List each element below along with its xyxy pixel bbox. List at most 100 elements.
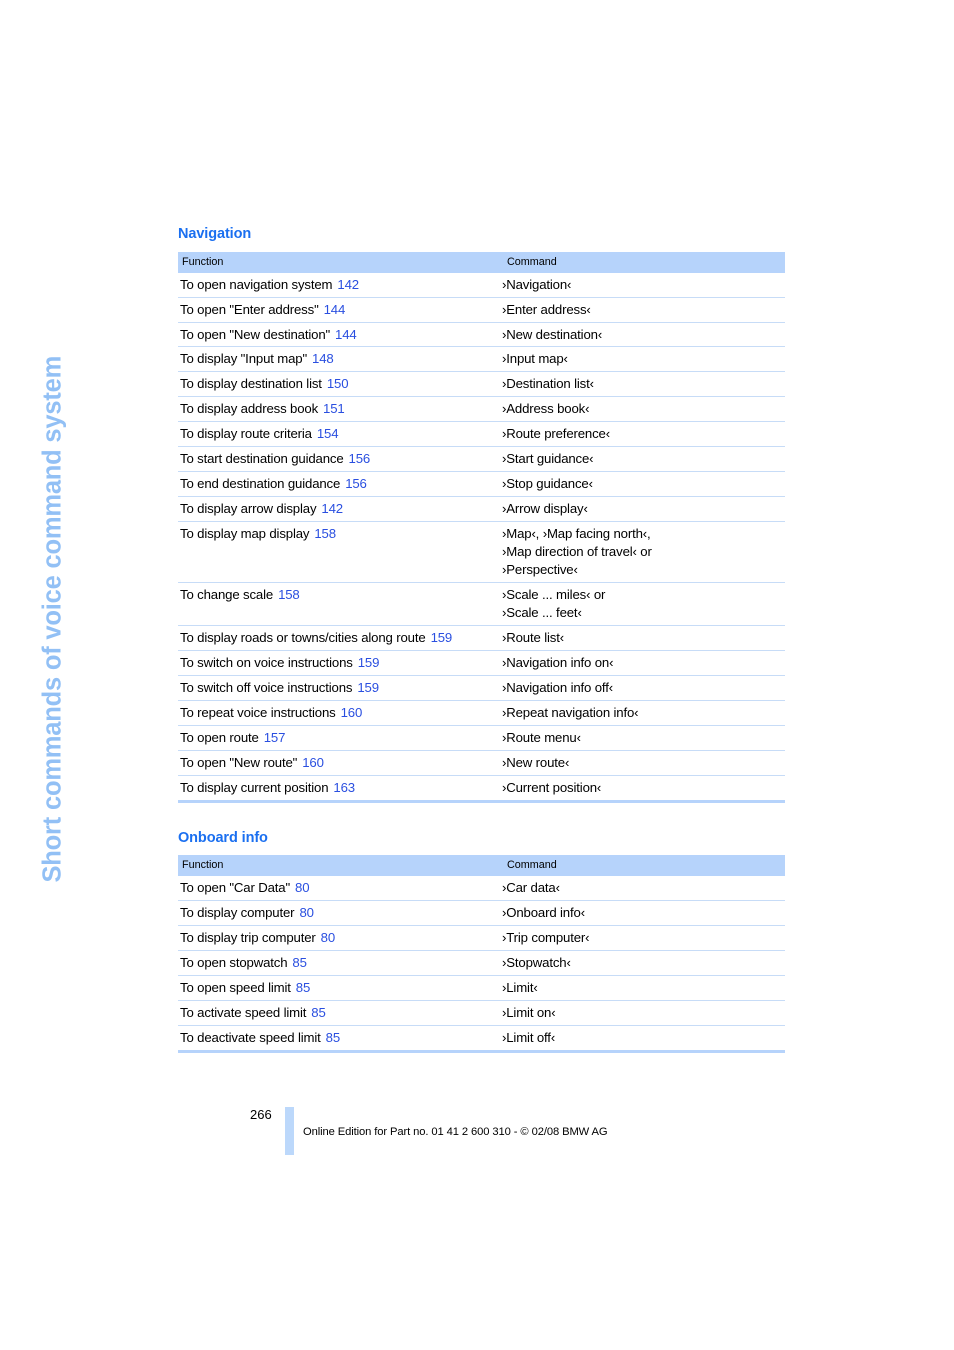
cell-command: ›Current position‹	[502, 779, 602, 795]
cell-function: To open "New route" 160	[178, 750, 490, 776]
page-reference[interactable]: 160	[302, 755, 324, 770]
cell-command: ›Destination list‹	[490, 371, 785, 398]
page-reference[interactable]: 159	[431, 630, 453, 645]
page-reference[interactable]: 163	[333, 780, 355, 795]
cell-function: To deactivate speed limit 85	[178, 1025, 490, 1049]
column-header-function: Function	[178, 251, 490, 273]
footer-accent-bar	[285, 1107, 294, 1155]
cell-command: ›Navigation info off‹	[490, 675, 785, 701]
function-label: To display "Input map"	[180, 351, 308, 367]
edition-line: Online Edition for Part no. 01 41 2 600 …	[303, 1126, 608, 1138]
cell-function: To start destination guidance 156	[178, 446, 490, 473]
table-row: To display arrow display 142 ›Arrow displa…	[178, 496, 785, 523]
page-reference[interactable]: 80	[299, 905, 314, 920]
cell-command: ›Trip computer‹	[490, 925, 785, 952]
page-reference[interactable]: 160	[341, 705, 363, 720]
table-row: To end destination guidance 156 ›Stop guid…	[178, 471, 785, 498]
cell-command: ›Stopwatch‹	[490, 950, 785, 977]
table-row: To activate speed limit 85 ›Limit on‹	[178, 1000, 785, 1026]
function-label: To end destination guidance	[180, 476, 341, 492]
function-label: To open "New destination"	[180, 326, 331, 342]
function-label: To display roads or towns/cities along r…	[180, 629, 426, 645]
column-header-function: Function	[178, 855, 490, 877]
cell-command: ›Navigation‹	[490, 272, 785, 298]
cell-function: To end destination guidance 156	[178, 471, 490, 498]
table-row: To switch on voice instructions 159 ›Navig…	[178, 650, 785, 676]
function-label: To open navigation system	[180, 276, 333, 292]
function-label: To repeat voice instructions	[180, 704, 336, 720]
table-row: To open "Car Data" 80 ›Car data‹	[178, 876, 785, 902]
cell-command: ›Enter address‹	[490, 297, 785, 323]
cell-command: ›Route menu‹	[490, 725, 785, 751]
table-header-row: Function Command	[178, 855, 785, 877]
page-reference[interactable]: 159	[358, 655, 380, 670]
page-reference[interactable]: 151	[323, 401, 345, 416]
page-reference[interactable]: 158	[278, 587, 300, 602]
cell-command: ›Arrow display‹	[490, 496, 785, 523]
page-number: 266	[250, 1107, 272, 1122]
page-reference[interactable]: 144	[335, 327, 357, 342]
page-reference[interactable]: 144	[324, 302, 346, 317]
function-label: To deactivate speed limit	[180, 1029, 321, 1045]
cell-command: ›Limit on‹	[490, 1000, 785, 1026]
cell-function: To display destination list 150	[178, 371, 490, 398]
navigation-table-body: To open navigation system 142 ›Navigation‹…	[178, 272, 785, 800]
page-reference[interactable]: 85	[292, 955, 307, 970]
page-reference[interactable]: 148	[312, 351, 334, 366]
onboard-info-table-bottom-rule	[178, 1049, 785, 1053]
cell-function: To open "New destination" 144	[178, 322, 490, 348]
table-row: To open "New route" 160 ›New route‹	[178, 750, 785, 776]
cell-function: To open navigation system 142	[178, 272, 490, 298]
table-row: To display roads or towns/cities along r…	[178, 625, 785, 651]
page-reference[interactable]: 85	[311, 1005, 326, 1020]
page-reference[interactable]: 150	[327, 376, 349, 391]
page-reference[interactable]: 156	[349, 451, 371, 466]
cell-function: To open route 157	[178, 725, 490, 751]
table-row: To display route criteria 154 ›Route prefe…	[178, 421, 785, 448]
table-row: To display address book 151 ›Address book‹	[178, 396, 785, 423]
cell-function: To display "Input map" 148	[178, 346, 490, 373]
function-label: To switch on voice instructions	[180, 654, 353, 670]
page-reference[interactable]: 157	[264, 730, 286, 745]
page-reference[interactable]: 85	[296, 980, 311, 995]
cell-function: To activate speed limit 85	[178, 1000, 490, 1026]
page-reference[interactable]: 80	[295, 880, 310, 895]
table-row: To display computer 80 ›Onboard info‹	[178, 900, 785, 927]
page-reference[interactable]: 85	[326, 1030, 341, 1045]
column-header-command: Command	[490, 251, 785, 273]
function-label: To display route criteria	[180, 426, 312, 442]
table-row: To display "Input map" 148 ›Input map‹	[178, 346, 785, 373]
page-reference[interactable]: 154	[317, 426, 339, 441]
cell-command: ›Limit off‹	[502, 1029, 556, 1045]
page-reference[interactable]: 142	[321, 501, 343, 516]
table-row: To display destination list 150 ›Destinati…	[178, 371, 785, 398]
onboard-info-table-body: To open "Car Data" 80 ›Car data‹ To display…	[178, 876, 785, 1050]
cell-command: ›Start guidance‹	[490, 446, 785, 473]
cell-function: To display route criteria 154	[178, 421, 490, 448]
cell-command: ›Limit‹	[490, 975, 785, 1001]
page-reference[interactable]: 142	[337, 277, 359, 292]
page-reference[interactable]: 156	[345, 476, 367, 491]
navigation-table-bottom-rule	[178, 799, 785, 803]
table-row: To open "New destination" 144 ›New destina…	[178, 322, 785, 348]
table-row: To repeat voice instructions 160 ›Repeat n…	[178, 700, 785, 726]
table-row: To open "Enter address" 144 ›Enter address…	[178, 297, 785, 323]
table-row: To open stopwatch 85 ›Stopwatch‹	[178, 950, 785, 977]
function-label: To change scale	[180, 587, 274, 603]
function-label: To display arrow display	[180, 501, 317, 517]
chapter-side-title-label: Short commands of voice command system	[38, 355, 67, 882]
page-reference[interactable]: 158	[314, 526, 336, 541]
chapter-side-title: Short commands of voice command system	[0, 0, 170, 900]
cell-function: To switch on voice instructions 159	[178, 650, 490, 676]
page-reference[interactable]: 80	[321, 930, 336, 945]
table-row: To display map display 158 ›Map‹, ›Map fac…	[178, 521, 785, 584]
table-row: To open speed limit 85 ›Limit‹	[178, 975, 785, 1001]
cell-function: To display computer 80	[178, 900, 490, 927]
table-row: To switch off voice instructions 159 ›Navi…	[178, 675, 785, 701]
cell-command: ›New destination‹	[490, 322, 785, 348]
cell-function: To display current position 163	[178, 775, 490, 799]
page-reference[interactable]: 159	[357, 680, 379, 695]
function-label: To open "New route"	[180, 754, 298, 770]
cell-command: ›Onboard info‹	[490, 900, 785, 927]
cell-command: ›Input map‹	[490, 346, 785, 373]
